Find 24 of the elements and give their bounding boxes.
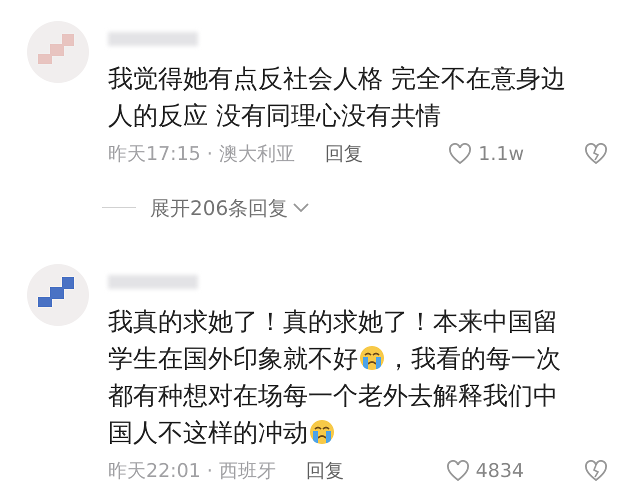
- comment-time: 昨天17:15: [108, 142, 201, 167]
- comment-text: 学生在国外印象就不好: [108, 342, 358, 374]
- like-count: 1.1w: [478, 142, 524, 167]
- comment-text: 我真的求她了！真的求她了！本来中国留: [108, 306, 558, 338]
- heart-icon[interactable]: [448, 143, 472, 166]
- chevron-down-icon: [292, 202, 310, 214]
- comment-text: 都有种想对在场每一个老外去解释我们中: [108, 380, 558, 412]
- comment-text: 我觉得她有点反社会人格 完全不在意身边: [108, 63, 566, 95]
- expand-replies-button[interactable]: 展开206条回复: [150, 192, 310, 222]
- avatar[interactable]: [26, 262, 90, 326]
- reply-button[interactable]: 回复: [306, 456, 344, 485]
- reply-button[interactable]: 回复: [324, 140, 363, 168]
- crying-emoji-icon: [309, 419, 335, 445]
- like-count: 4834: [476, 458, 524, 484]
- broken-heart-icon[interactable]: [584, 143, 608, 166]
- comment-text: ，我看的每一次: [386, 342, 561, 374]
- comment-time: 昨天22:01: [108, 458, 201, 484]
- comment-location: · 西班牙: [206, 458, 276, 484]
- comment-text: 人的反应 没有同理心没有共情: [108, 100, 441, 132]
- heart-icon[interactable]: [446, 460, 470, 482]
- comment-text: 国人不这样的冲动: [108, 416, 308, 448]
- comment-location: · 澳大利亚: [206, 142, 295, 167]
- broken-heart-icon[interactable]: [584, 460, 608, 482]
- crying-emoji-icon: [359, 345, 385, 371]
